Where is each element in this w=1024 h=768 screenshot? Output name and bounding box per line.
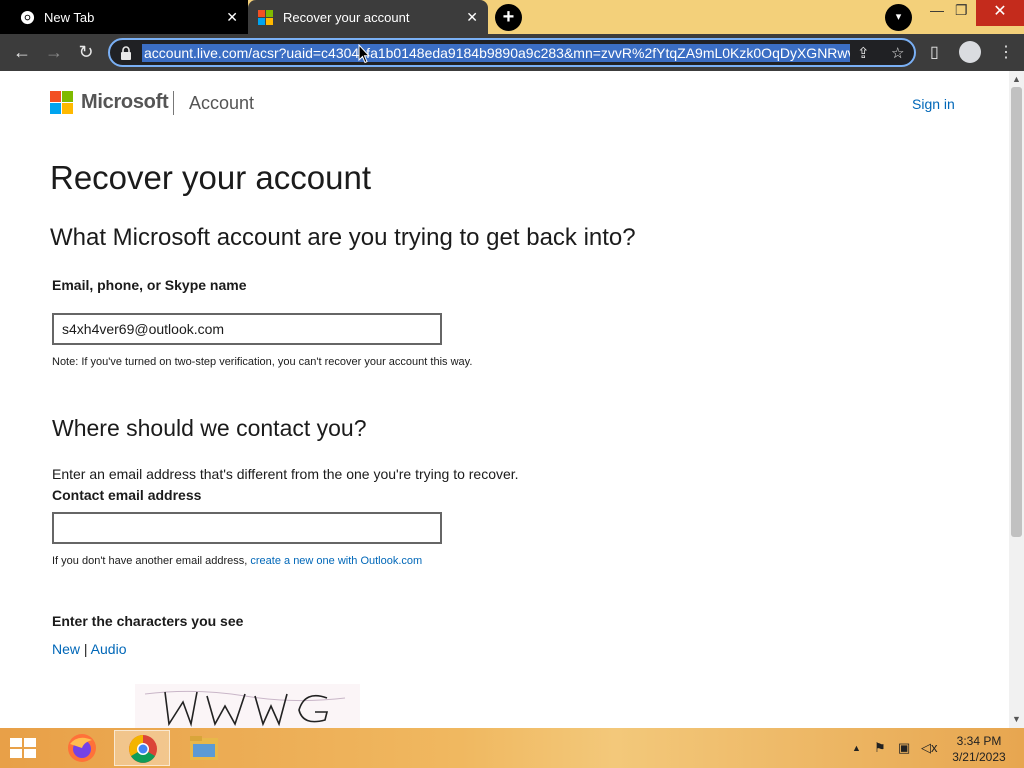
brand-name: Microsoft — [81, 91, 169, 113]
lock-icon[interactable] — [120, 46, 132, 60]
reload-icon[interactable]: ↻ — [73, 40, 99, 66]
alt-email-note-text: If you don't have another email address, — [52, 555, 251, 567]
account-question: What Microsoft account are you trying to… — [50, 224, 636, 251]
profile-avatar[interactable] — [959, 41, 981, 63]
restore-icon[interactable]: ❐ — [955, 2, 968, 19]
side-panel-icon[interactable]: ▯ — [930, 42, 939, 62]
sign-in-link[interactable]: Sign in — [912, 96, 955, 112]
clock-date: 3/21/2023 — [952, 750, 1006, 764]
tab-new-tab[interactable]: New Tab ✕ — [0, 0, 248, 34]
mouse-cursor-icon — [358, 44, 370, 64]
url-text[interactable]: account.live.com/acsr?uaid=c4304cfa1b014… — [142, 44, 850, 62]
firefox-taskbar-icon[interactable] — [54, 730, 110, 766]
captcha-new-link[interactable]: New — [52, 641, 80, 657]
scroll-up-icon[interactable]: ▲ — [1012, 74, 1021, 84]
back-icon[interactable]: ← — [9, 40, 35, 66]
minimize-icon[interactable]: — — [930, 2, 944, 18]
page-scrollbar[interactable]: ▲ ▼ — [1009, 71, 1024, 728]
network-icon[interactable]: ▣ — [898, 740, 910, 756]
chrome-icon — [20, 10, 35, 25]
tab-strip: New Tab ✕ Recover your account ✕ + ▾ — ❐… — [0, 0, 1024, 34]
tab-search-button[interactable]: ▾ — [885, 4, 912, 31]
tray-expand-icon[interactable]: ▲ — [852, 743, 861, 753]
brand-section-label: Account — [189, 93, 255, 113]
new-tab-button[interactable]: + — [495, 4, 522, 31]
contact-heading: Where should we contact you? — [52, 415, 367, 441]
browser-menu-icon[interactable]: ⋮ — [998, 42, 1014, 62]
two-step-note: Note: If you've turned on two-step verif… — [52, 356, 473, 368]
scroll-thumb[interactable] — [1011, 87, 1022, 537]
bookmark-star-icon[interactable]: ☆ — [891, 44, 904, 62]
captcha-label: Enter the characters you see — [52, 613, 244, 629]
captcha-options: New | Audio — [52, 641, 126, 657]
share-icon[interactable]: ⇪ — [857, 44, 870, 62]
account-input[interactable] — [52, 313, 442, 345]
volume-muted-icon[interactable]: ◁x — [921, 740, 938, 756]
brand-divider — [173, 91, 174, 115]
chrome-taskbar-icon[interactable] — [114, 730, 170, 766]
system-clock[interactable]: 3:34 PM 3/21/2023 — [944, 733, 1014, 765]
captcha-audio-link[interactable]: Audio — [91, 641, 127, 657]
captcha-image — [135, 684, 360, 728]
window-close-button[interactable]: ✕ — [976, 0, 1024, 26]
contact-email-input[interactable] — [52, 512, 442, 544]
file-explorer-taskbar-icon[interactable] — [176, 730, 232, 766]
create-outlook-link[interactable]: create a new one with Outlook.com — [250, 555, 422, 567]
clock-time: 3:34 PM — [956, 734, 1002, 748]
action-center-flag-icon[interactable]: ⚑ — [874, 740, 886, 756]
alt-email-note: If you don't have another email address,… — [52, 555, 422, 567]
contact-email-label: Contact email address — [52, 487, 202, 503]
tab-close-icon[interactable]: ✕ — [226, 9, 238, 26]
contact-instructions: Enter an email address that's different … — [52, 466, 519, 482]
scroll-down-icon[interactable]: ▼ — [1012, 714, 1021, 724]
tab-title: New Tab — [44, 10, 95, 25]
browser-toolbar: ← → ↻ account.live.com/acsr?uaid=c4304cf… — [0, 34, 1024, 71]
microsoft-favicon-icon — [258, 10, 273, 25]
page-content: Microsoft Account Sign in Recover your a… — [0, 71, 1009, 728]
tab-title: Recover your account — [283, 10, 410, 25]
account-field-label: Email, phone, or Skype name — [52, 277, 247, 293]
tab-recover-account[interactable]: Recover your account ✕ — [248, 0, 488, 34]
tab-close-icon[interactable]: ✕ — [466, 9, 478, 26]
captcha-separator: | — [83, 641, 88, 657]
forward-icon[interactable]: → — [41, 40, 67, 66]
microsoft-logo-icon — [50, 91, 73, 114]
taskbar: ▲ ⚑ ▣ ◁x 3:34 PM 3/21/2023 — [0, 728, 1024, 768]
windows-start-icon[interactable] — [8, 736, 38, 760]
address-bar[interactable]: account.live.com/acsr?uaid=c4304cfa1b014… — [108, 38, 916, 67]
page-title: Recover your account — [50, 159, 371, 196]
